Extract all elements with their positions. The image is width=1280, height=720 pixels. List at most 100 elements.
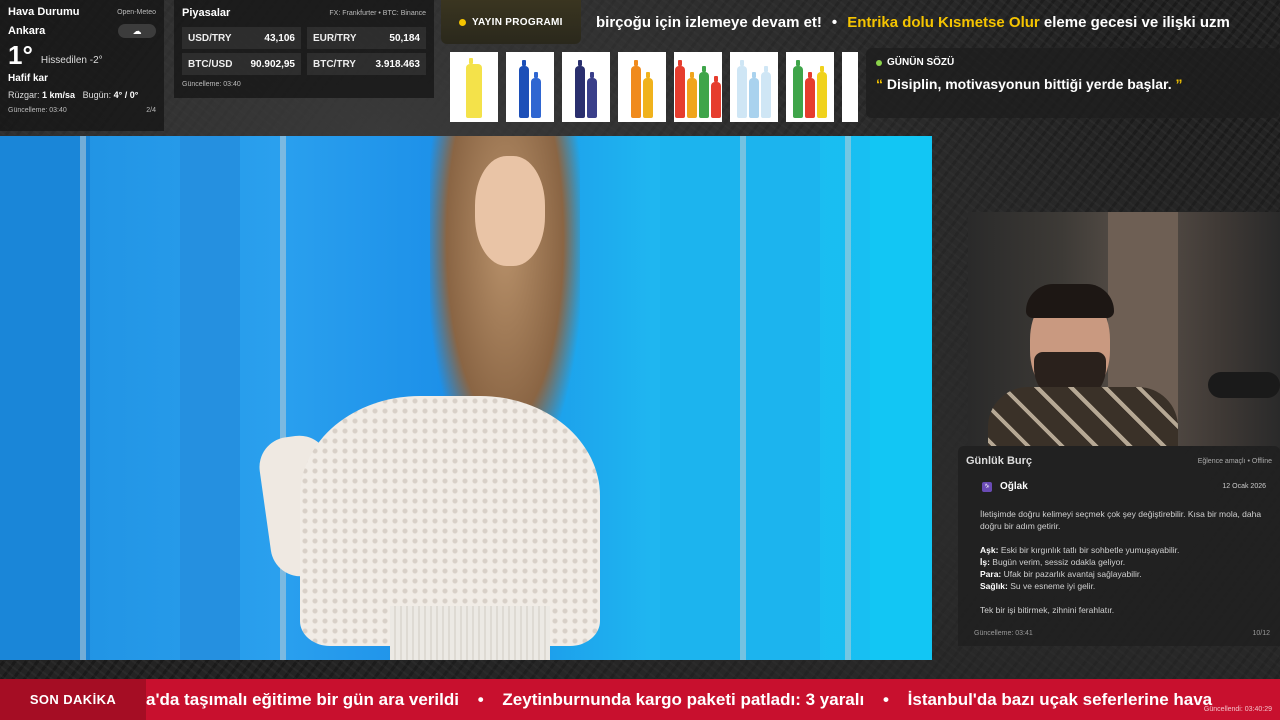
orange-soda-bottle	[643, 72, 653, 118]
breaking-item: a'da taşımalı eğitime bir gün ara verild…	[146, 689, 459, 709]
person-face	[475, 156, 545, 266]
snow-cloud-icon: ☁	[118, 24, 156, 38]
item-label: Aşk:	[980, 545, 999, 555]
rate-btc-try: BTC/TRY 3.918.463	[307, 53, 426, 75]
rate-value: 43,106	[264, 32, 295, 44]
weather-city: Ankara	[8, 25, 46, 37]
weather-feels-like: Hissedilen -2°	[40, 55, 103, 66]
product-image	[562, 52, 610, 122]
item-label: Para:	[980, 569, 1002, 579]
stage-rope	[280, 136, 286, 660]
markets-title: Piyasalar	[182, 7, 231, 19]
stage-rope	[740, 136, 746, 660]
breaking-item: Zeytinburnunda kargo paketi patladı: 3 y…	[502, 689, 865, 709]
item-text: Ufak bir pazarlık avantaj sağlayabilir.	[1003, 569, 1142, 579]
horoscope-sign: Oğlak	[1000, 481, 1028, 492]
rate-label: EUR/TRY	[313, 32, 357, 44]
green-soda-bottles	[805, 72, 815, 118]
studio-panel	[180, 136, 240, 660]
quote-close-mark: ”	[1175, 76, 1183, 92]
orange-soda-bottle	[631, 60, 641, 118]
breaking-bullet: •	[477, 689, 484, 709]
today-value: 4° / 0°	[113, 90, 139, 100]
capricorn-icon: ♑	[982, 481, 992, 492]
live-dot-icon	[459, 18, 466, 26]
wind-value: 1 km/sa	[42, 90, 76, 100]
breaking-bullet: •	[882, 689, 889, 709]
quote-text: Disiplin, motivasyonun bittiği yerde baş…	[886, 76, 1172, 92]
green-soda-bottles	[817, 66, 827, 118]
webcam-feed	[968, 212, 1280, 446]
water-bottles	[761, 66, 771, 118]
wind-label: Rüzgar:	[8, 90, 40, 100]
markets-widget: Piyasalar FX: Frankfurter • BTC: Binance…	[174, 0, 434, 98]
ticker-text: birçoğu için izlemeye devam et!	[596, 13, 822, 31]
rate-value: 3.918.463	[375, 58, 421, 70]
yellow-soda-bottle	[466, 58, 482, 118]
markets-source: FX: Frankfurter • BTC: Binance	[329, 9, 426, 17]
horoscope-item: Para: Ufak bir pazarlık avantaj sağlayab…	[980, 568, 1264, 580]
rate-btc-usd: BTC/USD 90.902,95	[182, 53, 301, 75]
person-skirt	[390, 606, 550, 660]
quote-dot-icon	[876, 59, 882, 66]
horoscope-title: Günlük Burç	[966, 455, 1033, 467]
mixed-soda-bottles	[687, 72, 697, 118]
weather-title: Hava Durumu	[8, 6, 80, 18]
horoscope-item: İş: Bugün verim, sessiz odakla geliyor.	[980, 556, 1264, 568]
weather-condition: Hafif kar	[8, 73, 49, 84]
program-ticker: birçoğu için izlemeye devam et! • Entrik…	[596, 0, 1280, 44]
product-image	[842, 52, 858, 122]
dark-soda-bottles	[575, 60, 585, 118]
main-video	[0, 136, 932, 660]
product-image	[450, 52, 498, 122]
microphone	[1208, 372, 1280, 398]
weather-page: 2/4	[146, 107, 156, 114]
rate-label: USD/TRY	[188, 32, 232, 44]
weather-updated: Güncelleme: 03:40	[8, 107, 67, 114]
rate-value: 50,184	[389, 32, 420, 44]
breaking-item: İstanbul'da bazı uçak seferlerine hava	[907, 689, 1213, 709]
weather-widget: Hava Durumu Open-Meteo Ankara ☁ 1° Hisse…	[0, 0, 164, 131]
product-image	[506, 52, 554, 122]
rate-usd-try: USD/TRY 43,106	[182, 27, 301, 49]
markets-updated: Güncelleme: 03:40	[182, 81, 241, 88]
horoscope-date: 12 Ocak 2026	[1222, 483, 1266, 490]
streamer-shirt	[988, 387, 1178, 446]
water-bottles	[749, 72, 759, 118]
studio-panel	[870, 136, 932, 660]
dark-soda-bottles	[587, 72, 597, 118]
product-image	[786, 52, 834, 122]
weather-wind-row: Rüzgar: 1 km/sa Bugün: 4° / 0°	[8, 90, 156, 100]
breaking-updated: Güncellendi: 03:40:29	[1203, 706, 1272, 713]
product-image	[674, 52, 722, 122]
quote-open-mark: “	[876, 76, 883, 92]
ticker-highlight: Entrika dolu Kısmetse Olur	[847, 13, 1040, 31]
item-text: Eski bir kırgınlık tatlı bir sohbetle yu…	[1000, 545, 1180, 555]
rate-label: BTC/TRY	[313, 58, 356, 70]
breaking-label: SON DAKİKA	[0, 679, 146, 720]
ticker-bullet: •	[831, 13, 838, 31]
quote-widget: GÜNÜN SÖZÜ “ Disiplin, motivasyonun bitt…	[866, 48, 1280, 118]
horoscope-widget: Günlük Burç Eğlence amaçlı • Offline ♑ O…	[958, 446, 1280, 646]
studio-panel	[0, 136, 90, 660]
program-label: YAYIN PROGRAMI	[441, 0, 581, 44]
item-label: İş:	[980, 557, 990, 567]
horoscope-item: Sağlık: Su ve esneme iyi gelir.	[980, 580, 1264, 592]
product-image	[618, 52, 666, 122]
rate-eur-try: EUR/TRY 50,184	[307, 27, 426, 49]
streamer-hair	[1026, 284, 1114, 318]
mixed-soda-bottles	[699, 66, 709, 118]
breaking-news-ticker: SON DAKİKA a'da taşımalı eğitime bir gün…	[0, 679, 1280, 720]
horoscope-page: 10/12	[1252, 630, 1270, 637]
quote-title: GÜNÜN SÖZÜ	[887, 57, 955, 68]
horoscope-closing: Tek bir işi bitirmek, zihnini ferahlatır…	[980, 605, 1115, 615]
mixed-soda-bottles	[675, 60, 685, 118]
blue-can-pack	[531, 72, 541, 118]
stage-rope	[845, 136, 851, 660]
water-bottles	[737, 60, 747, 118]
product-image	[730, 52, 778, 122]
weather-source: Open-Meteo	[117, 8, 156, 16]
blue-can-pack	[519, 60, 529, 118]
horoscope-intro: İletişimde doğru kelimeyi seçmek çok şey…	[980, 509, 1262, 531]
item-text: Bugün verim, sessiz odakla geliyor.	[992, 557, 1126, 567]
